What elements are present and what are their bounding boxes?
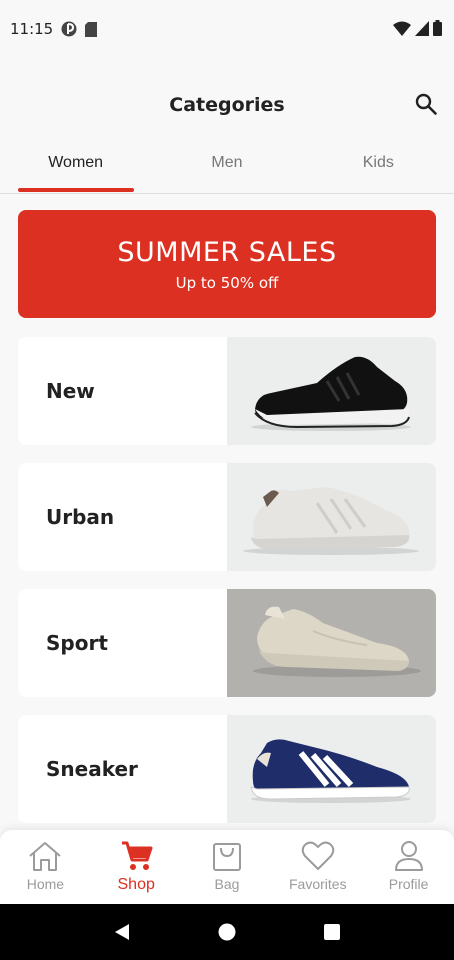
nav-home[interactable]: Home (0, 830, 91, 904)
cart-icon (122, 841, 153, 870)
signal-icon (415, 20, 429, 36)
status-right (393, 20, 442, 36)
category-list: New Urban Sport Sneaker (18, 337, 436, 841)
back-icon[interactable] (113, 923, 131, 941)
nav-label: Shop (117, 876, 155, 893)
category-tabs: Women Men Kids (0, 142, 454, 194)
category-label: Sport (46, 631, 108, 655)
category-card-urban[interactable]: Urban (18, 463, 436, 571)
bottom-navigation: Home Shop Bag Favorites Profile (0, 830, 454, 904)
system-navigation-bar (0, 904, 454, 960)
category-label: New (46, 379, 95, 403)
tab-women[interactable]: Women (0, 142, 151, 193)
black-running-shoe-image (227, 337, 436, 445)
tab-men[interactable]: Men (151, 142, 302, 193)
home-icon (29, 842, 62, 871)
banner-title: SUMMER SALES (117, 236, 337, 268)
recents-icon[interactable] (323, 923, 341, 941)
home-circle-icon[interactable] (218, 923, 236, 941)
app-bar: Categories (0, 80, 454, 130)
nav-shop[interactable]: Shop (91, 830, 182, 904)
nav-favorites[interactable]: Favorites (272, 830, 363, 904)
profile-icon (394, 841, 423, 871)
search-icon[interactable] (414, 92, 438, 116)
status-bar: 11:15 (0, 0, 454, 58)
navy-gazelle-sneaker-image (227, 715, 436, 823)
white-leather-sneaker-image (227, 463, 436, 571)
nav-label: Favorites (289, 876, 347, 892)
nav-bag[interactable]: Bag (182, 830, 273, 904)
active-tab-indicator (18, 188, 134, 192)
status-left: 11:15 (10, 20, 98, 38)
category-label: Urban (46, 505, 115, 529)
bag-icon (212, 843, 241, 871)
sd-card-icon (85, 21, 98, 37)
battery-icon (433, 20, 442, 36)
category-card-sneaker[interactable]: Sneaker (18, 715, 436, 823)
nav-label: Home (26, 876, 65, 892)
nav-profile[interactable]: Profile (363, 830, 454, 904)
category-card-sport[interactable]: Sport (18, 589, 436, 697)
tab-kids[interactable]: Kids (303, 142, 454, 193)
wifi-icon (393, 21, 411, 36)
summer-sales-banner[interactable]: SUMMER SALES Up to 50% off (18, 210, 436, 318)
banner-subtitle: Up to 50% off (175, 273, 279, 292)
page-title: Categories (169, 94, 285, 116)
status-time: 11:15 (10, 20, 54, 38)
category-label: Sneaker (46, 757, 138, 781)
heart-icon (301, 841, 335, 870)
nav-label: Bag (214, 876, 240, 892)
nav-label: Profile (388, 876, 429, 892)
category-card-new[interactable]: New (18, 337, 436, 445)
beige-suede-sneaker-image (227, 589, 436, 697)
app-notification-icon (61, 21, 77, 37)
